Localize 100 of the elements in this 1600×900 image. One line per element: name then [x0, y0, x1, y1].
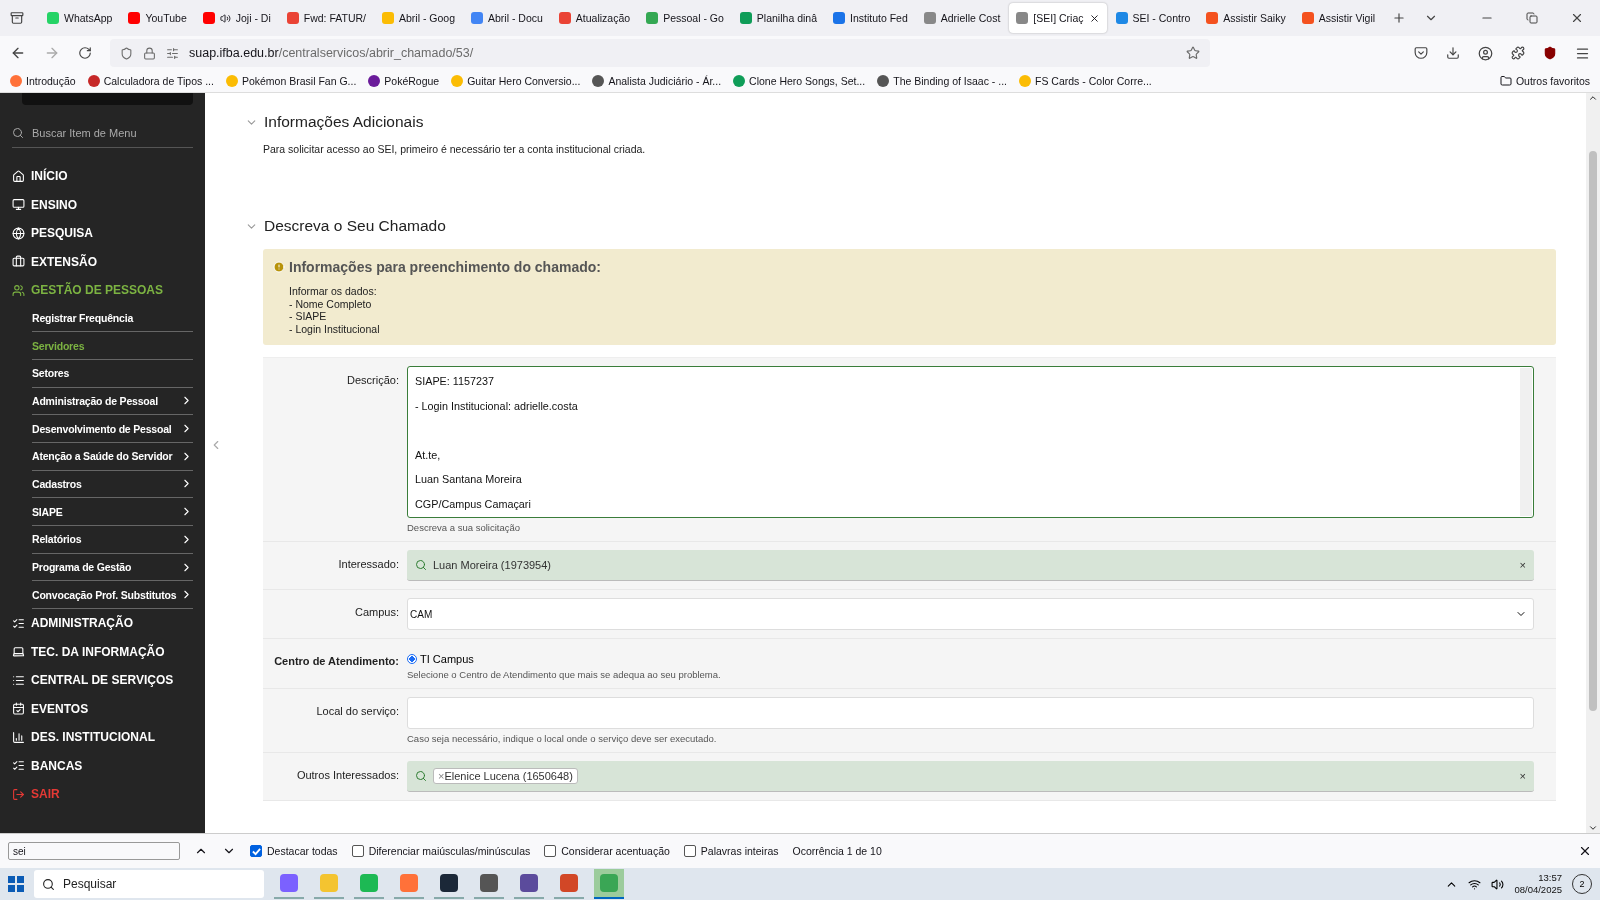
close-icon[interactable]: [1570, 11, 1584, 25]
submenu-item[interactable]: Relatórios: [32, 526, 193, 554]
submenu-item[interactable]: Atenção a Saúde do Servidor: [32, 442, 193, 471]
checkbox[interactable]: [683, 845, 696, 857]
section-header[interactable]: Descreva o Seu Chamado: [245, 217, 1556, 235]
submenu-item[interactable]: Cadastros: [32, 470, 193, 499]
bookmark[interactable]: Clone Hero Songs, Set...: [733, 75, 866, 87]
bookmark[interactable]: Calculadora de Tipos ...: [87, 75, 214, 87]
bookmark-folder[interactable]: Outros favoritos: [1499, 75, 1590, 87]
star-icon[interactable]: [1186, 46, 1200, 60]
scrollbar[interactable]: [1520, 368, 1532, 516]
input-field[interactable]: [407, 697, 1534, 729]
new-tab-icon[interactable]: [1392, 11, 1407, 25]
speaker-icon[interactable]: [1491, 877, 1505, 891]
menu-item[interactable]: CENTRAL DE SERVIÇOS: [12, 666, 193, 695]
menu-item[interactable]: ENSINO: [12, 190, 193, 219]
clear-button[interactable]: ×: [1519, 559, 1526, 571]
checkbox[interactable]: [544, 845, 557, 857]
tag-chip[interactable]: ×Elenice Lucena (1650648): [433, 768, 578, 784]
submenu-item[interactable]: SIAPE: [32, 498, 193, 526]
bookmark[interactable]: Pokémon Brasil Fan G...: [225, 75, 357, 87]
menu-item[interactable]: PESQUISA: [12, 219, 193, 248]
submenu-item[interactable]: Registrar Frequência: [32, 304, 193, 333]
bookmark[interactable]: The Binding of Isaac - ...: [877, 75, 1008, 87]
lookup-field[interactable]: Luan Moreira (1973954) ×: [407, 550, 1534, 581]
submenu-item[interactable]: Programa de Gestão: [32, 553, 193, 582]
menu-item[interactable]: TEC. DA INFORMAÇÃO: [12, 637, 193, 667]
field-label: Local do serviço:: [315, 704, 400, 719]
checkbox[interactable]: [250, 845, 262, 857]
chevron-up-icon[interactable]: [1588, 93, 1598, 103]
search-icon: [42, 877, 55, 891]
bookmark[interactable]: Introdução: [10, 75, 76, 87]
browser-tab[interactable]: Atualização: [551, 3, 638, 33]
menu-search-field[interactable]: Buscar Item de Menu: [12, 127, 193, 148]
menu-item[interactable]: INÍCIO: [12, 162, 193, 191]
menu-item[interactable]: GESTÃO DE PESSOAS: [12, 276, 193, 305]
submenu-item[interactable]: Convocação Prof. Substitutos: [32, 581, 193, 610]
account-icon[interactable]: [1478, 45, 1493, 61]
checkbox[interactable]: [351, 845, 364, 857]
restore-icon[interactable]: [1526, 12, 1538, 24]
menu-item[interactable]: ADMINISTRAÇÃO: [12, 609, 193, 638]
browser-tab[interactable]: Abril - Goog: [374, 3, 462, 33]
browser-tab[interactable]: Planilha dinâ: [732, 3, 824, 33]
browser-tab[interactable]: SEI - Contro: [1108, 3, 1198, 33]
find-option[interactable]: Diferenciar maiúsculas/minúsculas: [351, 845, 531, 857]
reload-icon[interactable]: [78, 46, 92, 60]
puzzle-icon[interactable]: [1511, 46, 1525, 60]
menu-item[interactable]: EVENTOS: [12, 694, 193, 724]
radio-option[interactable]: TI Campus: [407, 647, 1534, 665]
browser-tab[interactable]: Assistir Vigil: [1294, 3, 1383, 33]
find-field[interactable]: sei: [8, 842, 180, 860]
clear-button[interactable]: ×: [1519, 770, 1526, 782]
back-icon[interactable]: [10, 45, 26, 61]
submenu-item[interactable]: Desenvolvimento de Pessoal: [32, 415, 193, 443]
clock[interactable]: 13:57 08/04/2025: [1514, 872, 1562, 896]
address-bar[interactable]: suap.ifba.edu.br/centralservicos/abrir_chamado/53/: [110, 39, 1210, 67]
find-option[interactable]: Palavras inteiras: [683, 845, 779, 857]
browser-tab[interactable]: WhatsApp: [40, 3, 120, 33]
pocket-icon[interactable]: [1414, 46, 1428, 60]
shield-icon: [120, 46, 133, 60]
browser-tab[interactable]: Abril - Docu: [464, 3, 550, 33]
menu-item[interactable]: BANCAS: [12, 751, 193, 781]
section-header[interactable]: Informações Adicionais: [245, 113, 1556, 131]
browser-tab[interactable]: [SEI] Criaç: [1009, 3, 1107, 33]
submenu-item[interactable]: Administração de Pessoal: [32, 387, 193, 416]
close-icon[interactable]: [1578, 844, 1592, 858]
bookmark[interactable]: PokéRogue: [368, 75, 440, 87]
folder-icon: [1499, 75, 1512, 87]
bookmark[interactable]: FS Cards - Color Corre...: [1019, 75, 1152, 87]
menu-item[interactable]: DES. INSTITUCIONAL: [12, 723, 193, 752]
browser-tab[interactable]: YouTube: [121, 3, 194, 33]
description-field[interactable]: SIAPE: 1157237 - Login Institucional: adrielle.costa At.te, Luan Santana Moreira CGP/Campus Camaçari: [407, 366, 1534, 518]
lookup-field[interactable]: ×Elenice Lucena (1650648) ×: [407, 761, 1534, 792]
download-icon[interactable]: [1446, 46, 1460, 60]
browser-tab[interactable]: Assistir Saiky: [1199, 3, 1293, 33]
start-icon[interactable]: [8, 876, 24, 892]
field-label: Outros Interessados:: [295, 768, 400, 783]
scrollbar[interactable]: [1586, 93, 1600, 833]
browser-tab[interactable]: Joji - Di: [195, 3, 278, 33]
bookmark[interactable]: Guitar Hero Conversio...: [451, 75, 581, 87]
close-icon[interactable]: [1088, 12, 1100, 24]
find-option[interactable]: Considerar acentuação: [544, 845, 670, 857]
shield-icon[interactable]: [1543, 46, 1557, 60]
campus-select[interactable]: CAM: [407, 598, 1534, 630]
find-option[interactable]: Destacar todas: [250, 845, 338, 857]
browser-tab[interactable]: Adrielle Cost: [916, 3, 1008, 33]
field-label: Interessado:: [337, 557, 400, 572]
alert-icon: [273, 261, 285, 273]
taskbar-search[interactable]: Pesquisar: [34, 870, 264, 898]
bookmark[interactable]: Analista Judiciário - Ár...: [592, 75, 722, 87]
browser-tab[interactable]: Pessoal - Go: [639, 3, 731, 33]
network-icon[interactable]: [1468, 877, 1482, 891]
menu-item[interactable]: SAIR: [12, 780, 193, 809]
submenu-item[interactable]: Servidores: [32, 332, 193, 360]
chevron-down-icon[interactable]: [1588, 823, 1598, 833]
tab-list-icon[interactable]: [10, 11, 24, 25]
submenu-item[interactable]: Setores: [32, 359, 193, 388]
menu-item[interactable]: EXTENSÃO: [12, 247, 193, 276]
browser-tab[interactable]: Instituto Fed: [826, 3, 915, 33]
browser-tab[interactable]: Fwd: FATUR/: [279, 3, 373, 33]
